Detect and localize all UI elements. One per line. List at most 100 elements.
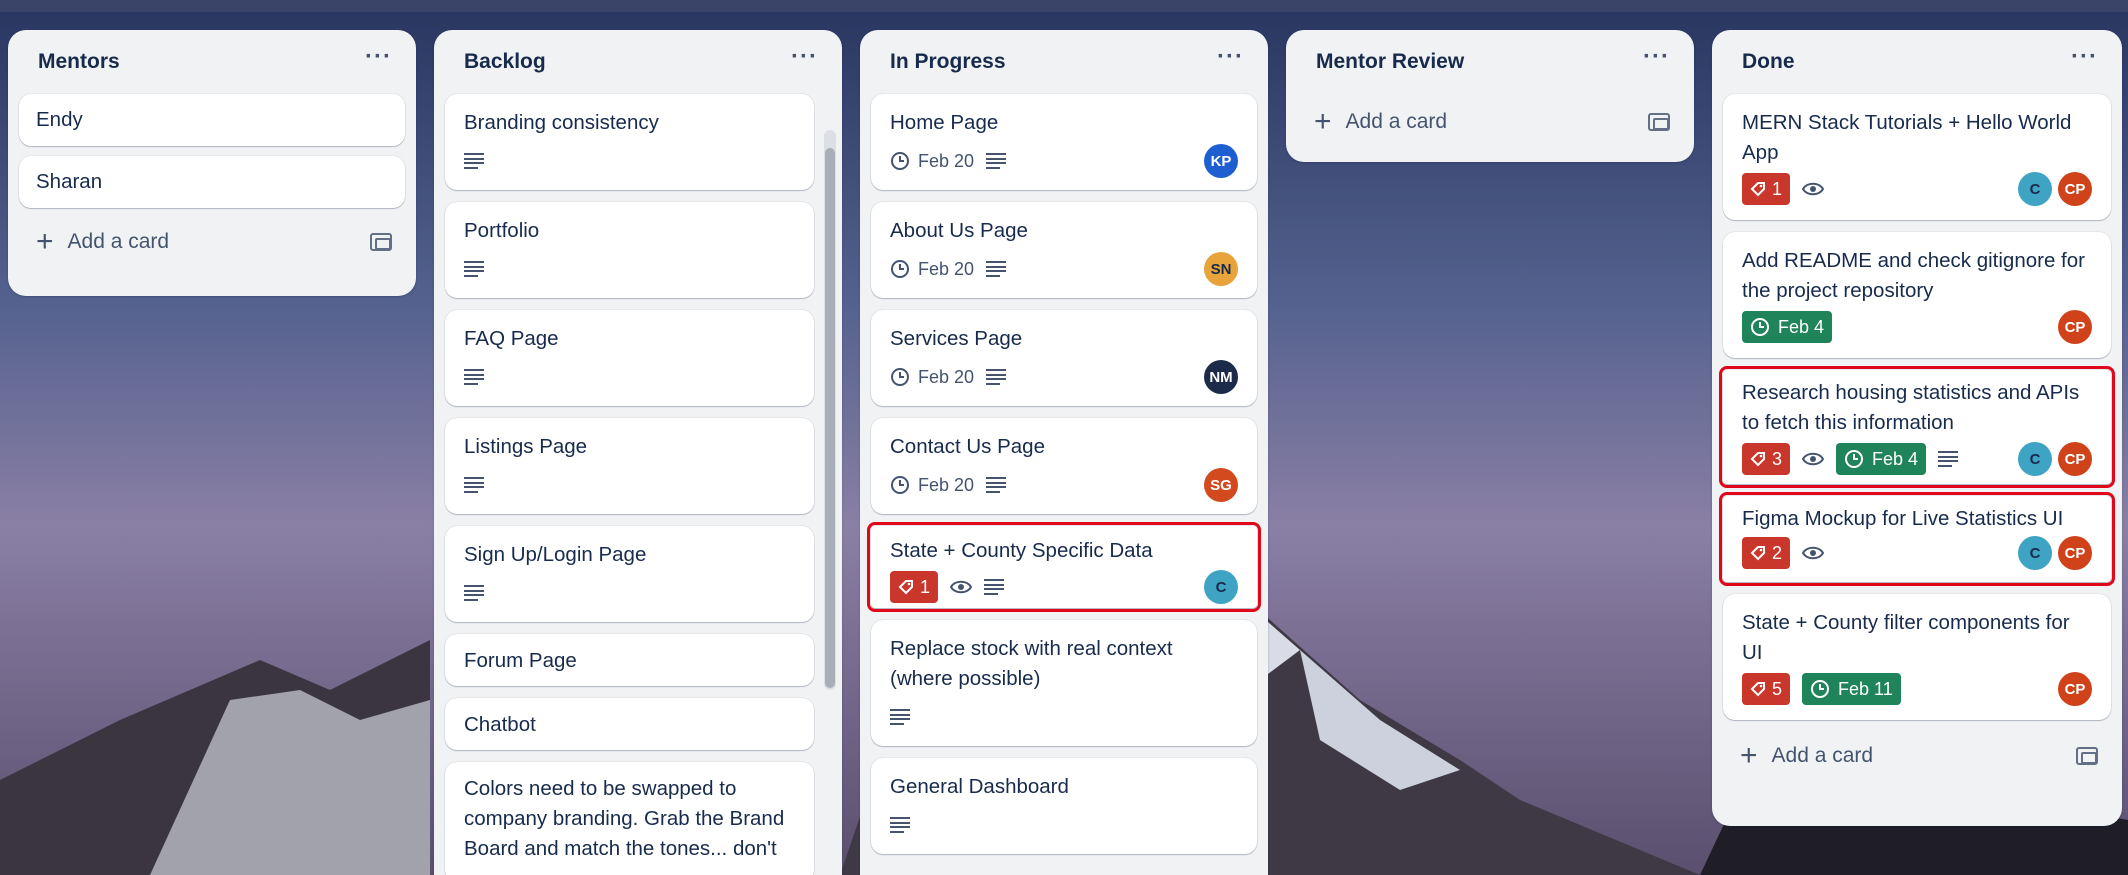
card-title: Colors need to be swapped to company bra… xyxy=(464,777,785,860)
due-date-badge[interactable]: Feb 20 xyxy=(890,253,974,285)
avatar[interactable]: C xyxy=(2018,536,2052,570)
template-icon[interactable] xyxy=(370,233,392,251)
card[interactable]: FAQ Page xyxy=(445,310,814,406)
avatar[interactable]: C xyxy=(2018,442,2052,476)
card[interactable]: Endy xyxy=(19,94,405,146)
clock-icon xyxy=(1811,680,1830,698)
board: Mentors ··· Endy Sharan + Add a card Bac… xyxy=(0,0,2128,875)
clock-icon xyxy=(891,476,909,494)
list-header: Mentors ··· xyxy=(8,30,416,94)
card[interactable]: Chatbot xyxy=(445,698,814,750)
label-badge[interactable]: 5 xyxy=(1742,673,1791,705)
card-title: State + County Specific Data xyxy=(890,539,1153,562)
card[interactable]: Colors need to be swapped to company bra… xyxy=(445,762,814,875)
description-icon xyxy=(1938,451,1959,467)
eye-icon xyxy=(1802,452,1825,466)
due-date-badge[interactable]: Feb 4 xyxy=(1836,443,1927,475)
card[interactable]: Branding consistency xyxy=(445,94,814,190)
due-date-badge[interactable]: Feb 11 xyxy=(1802,673,1901,705)
card-title: FAQ Page xyxy=(464,327,559,350)
card[interactable]: Home Page Feb 20 KP xyxy=(871,94,1257,190)
card[interactable]: Contact Us Page Feb 20 SG xyxy=(871,418,1257,514)
more-horizontal-icon[interactable]: ··· xyxy=(365,45,392,79)
card-title: General Dashboard xyxy=(890,775,1069,798)
list-title: Mentors xyxy=(38,50,120,73)
card[interactable]: Listings Page xyxy=(445,418,814,514)
tag-icon xyxy=(1750,452,1765,467)
label-badge[interactable]: 3 xyxy=(1742,443,1791,475)
due-date-badge[interactable]: Feb 20 xyxy=(890,145,974,177)
card[interactable]: MERN Stack Tutorials + Hello World App 1… xyxy=(1723,94,2111,220)
due-date-badge[interactable]: Feb 20 xyxy=(890,469,974,501)
due-date-text: Feb 20 xyxy=(918,150,975,171)
card-title: Replace stock with real context (where p… xyxy=(890,637,1173,690)
card[interactable]: Sharan xyxy=(19,156,405,208)
card[interactable]: Add README and check gitignore for the p… xyxy=(1723,232,2111,358)
avatar[interactable]: CP xyxy=(2058,172,2092,206)
card[interactable]: General Dashboard xyxy=(871,758,1257,854)
card[interactable]: State + County filter components for UI … xyxy=(1723,594,2111,720)
description-icon xyxy=(986,369,1007,385)
avatar[interactable]: NM xyxy=(1204,360,1238,394)
avatar[interactable]: KP xyxy=(1204,144,1238,178)
avatar[interactable]: C xyxy=(2018,172,2052,206)
avatar[interactable]: C xyxy=(1204,570,1238,604)
list-header: Mentor Review ··· xyxy=(1286,30,1694,94)
card[interactable]: Research housing statistics and APIs to … xyxy=(1719,366,2115,488)
add-card-button[interactable]: + Add a card xyxy=(8,214,416,270)
due-date-text: Feb 20 xyxy=(918,258,975,279)
tag-icon xyxy=(898,580,913,595)
description-icon xyxy=(984,579,1005,595)
card-title: Sign Up/Login Page xyxy=(464,543,647,566)
card-title: Portfolio xyxy=(464,219,540,242)
card-title: Listings Page xyxy=(464,435,588,458)
card[interactable]: About Us Page Feb 20 SN xyxy=(871,202,1257,298)
tag-icon xyxy=(1750,546,1765,561)
label-badge[interactable]: 2 xyxy=(1742,537,1791,569)
card[interactable]: Sign Up/Login Page xyxy=(445,526,814,622)
scrollbar-thumb[interactable] xyxy=(825,148,835,688)
card[interactable]: Forum Page xyxy=(445,634,814,686)
card-title: Endy xyxy=(36,108,83,131)
avatar[interactable]: CP xyxy=(2058,672,2092,706)
more-horizontal-icon[interactable]: ··· xyxy=(1643,45,1670,79)
card[interactable]: State + County Specific Data 1 C xyxy=(867,522,1261,612)
card-title: Chatbot xyxy=(464,713,536,736)
card-title: Services Page xyxy=(890,327,1023,350)
list-header: Done ··· xyxy=(1712,30,2122,94)
clock-icon xyxy=(891,260,909,278)
plus-icon: + xyxy=(1314,105,1332,138)
add-card-label: Add a card xyxy=(1771,744,1874,767)
template-icon[interactable] xyxy=(2076,747,2098,765)
due-date-badge[interactable]: Feb 20 xyxy=(890,361,974,393)
add-card-button[interactable]: + Add a card xyxy=(1286,94,1694,150)
description-icon xyxy=(464,369,484,385)
more-horizontal-icon[interactable]: ··· xyxy=(2071,45,2098,79)
list-in-progress: In Progress ··· Home Page Feb 20 KP Abou… xyxy=(860,30,1268,875)
scrollbar[interactable] xyxy=(824,130,836,690)
list-title: Done xyxy=(1742,50,1795,73)
card[interactable]: Portfolio xyxy=(445,202,814,298)
due-date-text: Feb 4 xyxy=(1872,448,1919,469)
avatar[interactable]: CP xyxy=(2058,442,2092,476)
card[interactable]: Services Page Feb 20 NM xyxy=(871,310,1257,406)
list-title: Backlog xyxy=(464,50,546,73)
add-card-button[interactable]: + Add a card xyxy=(1712,728,2122,784)
label-count: 2 xyxy=(1772,542,1783,563)
avatar[interactable]: CP xyxy=(2058,310,2092,344)
tag-icon xyxy=(1750,182,1765,197)
add-card-label: Add a card xyxy=(67,230,170,253)
more-horizontal-icon[interactable]: ··· xyxy=(791,45,818,79)
avatar[interactable]: SN xyxy=(1204,252,1238,286)
card-title: Branding consistency xyxy=(464,111,659,134)
card[interactable]: Figma Mockup for Live Statistics UI 2 C … xyxy=(1719,492,2115,586)
card[interactable]: Replace stock with real context (where p… xyxy=(871,620,1257,746)
avatar[interactable]: SG xyxy=(1204,468,1238,502)
label-badge[interactable]: 1 xyxy=(1742,173,1791,205)
label-badge[interactable]: 1 xyxy=(890,571,939,603)
due-date-badge[interactable]: Feb 4 xyxy=(1742,311,1833,343)
more-horizontal-icon[interactable]: ··· xyxy=(1217,45,1244,79)
card-title: Research housing statistics and APIs to … xyxy=(1742,381,2080,434)
avatar[interactable]: CP xyxy=(2058,536,2092,570)
template-icon[interactable] xyxy=(1648,113,1670,131)
